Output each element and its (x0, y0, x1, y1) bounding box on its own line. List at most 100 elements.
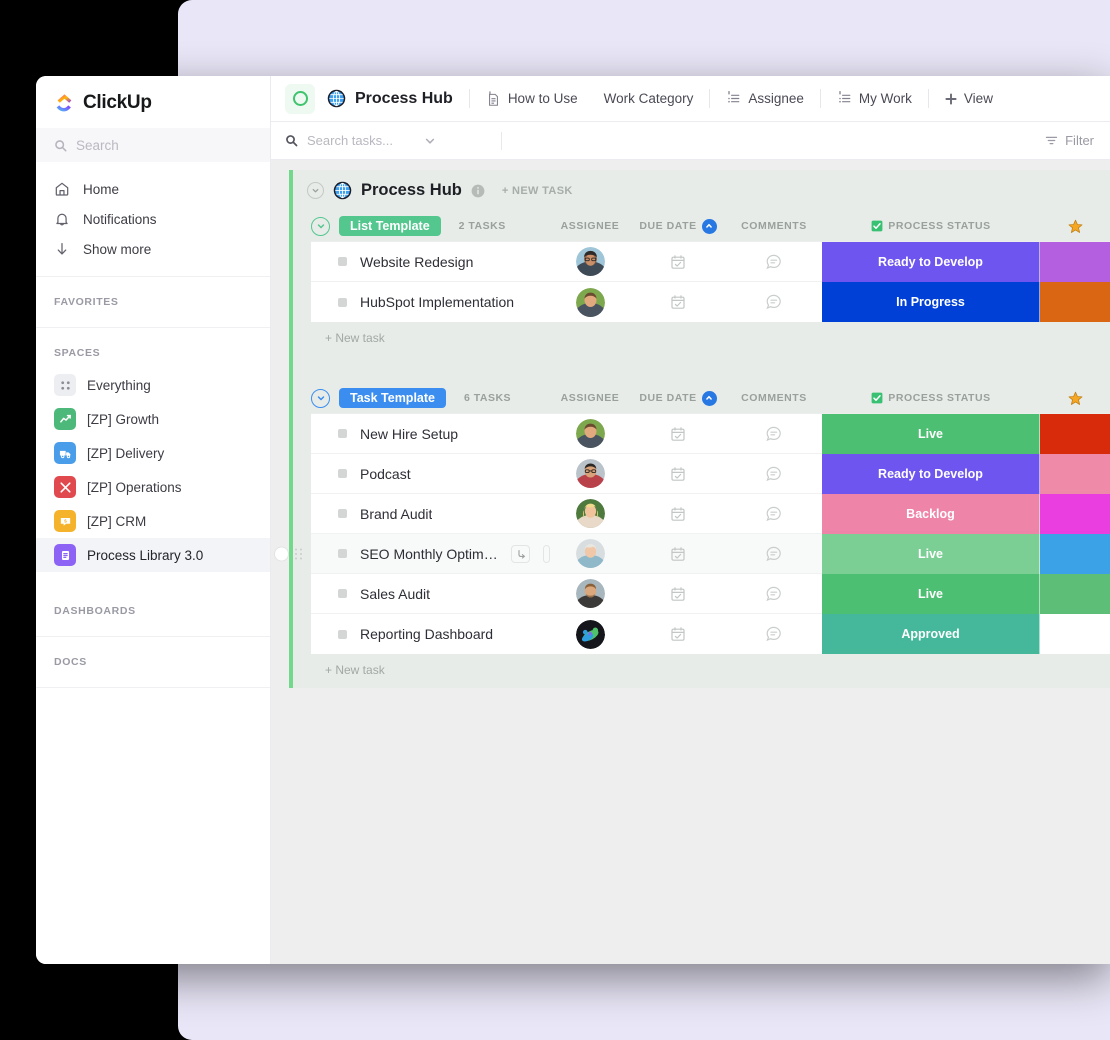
status-badge[interactable]: In Progress (822, 282, 1040, 322)
column-header-comments[interactable]: COMMENTS (726, 220, 822, 232)
column-header-next[interactable] (1040, 391, 1110, 406)
group-badge[interactable]: Task Template (339, 388, 446, 408)
task-name-cell[interactable]: New Hire Setup (311, 426, 550, 442)
assignee-cell[interactable] (550, 539, 630, 568)
task-status-square-icon[interactable] (338, 297, 347, 307)
assignee-cell[interactable] (550, 247, 630, 276)
row-select-circle[interactable] (274, 546, 289, 561)
task-status-square-icon[interactable] (338, 509, 347, 518)
next-column-cell[interactable] (1040, 282, 1110, 322)
sidebar-item-everything[interactable]: Everything (36, 368, 270, 402)
column-header-comments[interactable]: COMMENTS (726, 392, 822, 404)
tab-how-to-use[interactable]: How to Use (473, 84, 591, 114)
brand-logo-area[interactable]: ClickUp (36, 76, 270, 128)
status-badge[interactable]: Ready to Develop (822, 241, 1040, 282)
sort-asc-icon[interactable] (701, 218, 717, 234)
sidebar-item-show-more[interactable]: Show more (36, 234, 270, 264)
task-name-cell[interactable]: Reporting Dashboard (311, 626, 550, 642)
task-name-cell[interactable]: SEO Monthly Optimization (311, 544, 550, 563)
table-row[interactable]: Sales Audit Live (311, 573, 1110, 614)
info-icon[interactable] (471, 184, 485, 198)
filter-button[interactable]: Filter (1045, 133, 1096, 148)
due-date-cell[interactable] (630, 294, 726, 310)
subtask-icon[interactable] (511, 544, 530, 563)
task-status-square-icon[interactable] (338, 257, 347, 266)
drag-handle-icon[interactable] (294, 547, 303, 560)
add-view-button[interactable]: View (932, 84, 1006, 114)
column-header-next[interactable] (1040, 219, 1110, 234)
assignee-cell[interactable] (550, 287, 630, 317)
sidebar-item-process-library[interactable]: Process Library 3.0 (36, 538, 270, 572)
due-date-cell[interactable] (630, 546, 726, 562)
status-badge[interactable]: Approved (822, 614, 1040, 654)
task-status-square-icon[interactable] (338, 589, 347, 598)
next-column-cell[interactable] (1040, 413, 1110, 454)
task-status-square-icon[interactable] (338, 429, 347, 438)
task-name-cell[interactable]: Brand Audit (311, 506, 550, 522)
sidebar-item-zp-delivery[interactable]: [ZP] Delivery (36, 436, 270, 470)
sidebar-item-zp-crm[interactable]: $ [ZP] CRM (36, 504, 270, 538)
task-name-cell[interactable]: HubSpot Implementation (311, 294, 550, 310)
column-header-due-date[interactable]: DUE DATE (630, 390, 726, 406)
table-row[interactable]: Brand Audit Backlog (311, 493, 1110, 534)
dashboards-section[interactable]: DASHBOARDS (36, 586, 270, 637)
due-date-cell[interactable] (630, 254, 726, 270)
table-row[interactable]: HubSpot Implementation In Progress (311, 282, 1110, 322)
sidebar-item-home[interactable]: Home (36, 174, 270, 204)
sort-asc-icon[interactable] (701, 390, 717, 406)
table-row[interactable]: New Hire Setup Live (311, 413, 1110, 454)
comments-cell[interactable] (726, 293, 822, 311)
table-row[interactable]: Podcast Ready to Develop (311, 453, 1110, 494)
assignee-cell[interactable] (550, 579, 630, 608)
due-date-cell[interactable] (630, 586, 726, 602)
comments-cell[interactable] (726, 505, 822, 523)
comments-cell[interactable] (726, 425, 822, 443)
group-collapse-toggle[interactable] (311, 388, 330, 408)
column-header-due-date[interactable]: DUE DATE (630, 218, 726, 234)
next-column-cell[interactable] (1040, 453, 1110, 494)
docs-section[interactable]: DOCS (36, 637, 270, 688)
comments-cell[interactable] (726, 585, 822, 603)
comments-cell[interactable] (726, 465, 822, 483)
extra-chip[interactable] (543, 544, 550, 563)
assignee-cell[interactable] (550, 419, 630, 448)
add-task-button[interactable]: + New task (293, 322, 1110, 355)
status-badge[interactable]: Ready to Develop (822, 453, 1040, 494)
due-date-cell[interactable] (630, 466, 726, 482)
view-toggle-button[interactable] (285, 83, 315, 114)
comments-cell[interactable] (726, 625, 822, 643)
assignee-cell[interactable] (550, 499, 630, 528)
task-name-cell[interactable]: Sales Audit (311, 586, 550, 602)
new-task-button[interactable]: + NEW TASK (502, 185, 573, 197)
tab-my-work[interactable]: My Work (824, 84, 925, 114)
tab-process-hub[interactable]: Process Hub (315, 84, 466, 114)
row-drag-controls[interactable] (274, 546, 303, 561)
next-column-cell[interactable] (1040, 533, 1110, 574)
task-name-cell[interactable]: Website Redesign (311, 254, 550, 270)
column-header-assignee[interactable]: ASSIGNEE (550, 220, 630, 232)
group-collapse-toggle[interactable] (311, 216, 330, 236)
task-name-cell[interactable]: Podcast (311, 466, 550, 482)
sidebar-item-notifications[interactable]: Notifications (36, 204, 270, 234)
column-header-assignee[interactable]: ASSIGNEE (550, 392, 630, 404)
next-column-cell[interactable] (1040, 614, 1110, 654)
tab-work-category[interactable]: Work Category (591, 84, 707, 114)
search-tasks-input[interactable]: Search tasks... (285, 133, 485, 148)
comments-cell[interactable] (726, 253, 822, 271)
next-column-cell[interactable] (1040, 573, 1110, 614)
assignee-cell[interactable] (550, 619, 630, 649)
status-badge[interactable]: Live (822, 533, 1040, 574)
due-date-cell[interactable] (630, 626, 726, 642)
assignee-cell[interactable] (550, 459, 630, 488)
next-column-cell[interactable] (1040, 241, 1110, 282)
table-row[interactable]: Website Redesign Ready to Develop (311, 241, 1110, 282)
sidebar-item-zp-growth[interactable]: [ZP] Growth (36, 402, 270, 436)
task-status-square-icon[interactable] (338, 629, 347, 639)
status-badge[interactable]: Backlog (822, 493, 1040, 534)
chevron-down-icon[interactable] (424, 135, 436, 147)
group-badge[interactable]: List Template (339, 216, 441, 236)
task-status-square-icon[interactable] (338, 469, 347, 478)
sidebar-search-input[interactable]: Search (36, 128, 270, 162)
task-status-square-icon[interactable] (338, 549, 347, 558)
next-column-cell[interactable] (1040, 493, 1110, 534)
